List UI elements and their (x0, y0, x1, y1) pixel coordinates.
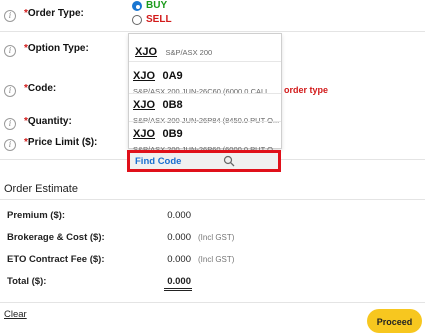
dropdown-item-suffix: 0B9 (162, 128, 183, 140)
code-label: *Code: (24, 83, 57, 94)
sell-radio-label[interactable]: SELL (146, 14, 172, 25)
premium-label: Premium ($): (7, 210, 66, 221)
dropdown-item-suffix: 0A9 (162, 70, 183, 82)
total-underline (164, 288, 192, 289)
info-icon[interactable]: i (4, 118, 16, 130)
clear-link[interactable]: Clear (4, 309, 27, 320)
section-divider (0, 302, 425, 303)
row-divider (0, 31, 425, 32)
info-icon[interactable]: i (4, 45, 16, 57)
code-dropdown-list: XJO S&P/ASX 200 XJO 0A9 S&P/ASX 200 JUN-… (128, 33, 285, 154)
total-underline (164, 290, 192, 291)
dropdown-separator (129, 93, 281, 94)
brokerage-note: (Incl GST) (198, 233, 235, 242)
dropdown-item-code: XJO (133, 70, 156, 82)
brokerage-value: 0.000 (167, 232, 191, 243)
option-type-label: *Option Type: (24, 43, 89, 54)
dropdown-item[interactable]: XJO 0A9 S&P/ASX 200 JUN-26C60 (6000.0 CA… (133, 66, 285, 96)
premium-value: 0.000 (167, 210, 191, 221)
eto-fee-label: ETO Contract Fee ($): (7, 254, 105, 265)
dropdown-item-code: XJO (133, 128, 156, 140)
info-icon[interactable]: i (4, 10, 16, 22)
total-label: Total ($): (7, 276, 47, 287)
dropdown-item-code: XJO (133, 99, 156, 111)
price-limit-label: *Price Limit ($): (24, 137, 98, 148)
proceed-button[interactable]: Proceed (367, 309, 422, 333)
sell-radio[interactable] (132, 15, 142, 25)
quantity-label: *Quantity: (24, 116, 72, 127)
highlight-box (127, 150, 281, 172)
info-icon[interactable]: i (4, 85, 16, 97)
total-value: 0.000 (167, 276, 191, 287)
code-error-text: r order type (278, 85, 329, 95)
dropdown-item-suffix: 0B8 (162, 99, 183, 111)
dropdown-item[interactable]: XJO S&P/ASX 200 (135, 42, 287, 60)
brokerage-label: Brokerage & Cost ($): (7, 232, 105, 243)
dropdown-item-code: XJO (135, 46, 158, 58)
eto-fee-value: 0.000 (167, 254, 191, 265)
info-icon[interactable]: i (4, 139, 16, 151)
dropdown-separator (129, 61, 281, 62)
eto-fee-note: (Incl GST) (198, 255, 235, 264)
buy-radio-label[interactable]: BUY (146, 0, 167, 11)
order-estimate-title: Order Estimate (4, 183, 78, 195)
section-divider (0, 199, 425, 200)
order-type-label: *Order Type: (24, 8, 84, 19)
dropdown-item-desc: S&P/ASX 200 (165, 48, 213, 57)
dropdown-separator (129, 121, 281, 122)
buy-radio[interactable] (132, 1, 142, 11)
